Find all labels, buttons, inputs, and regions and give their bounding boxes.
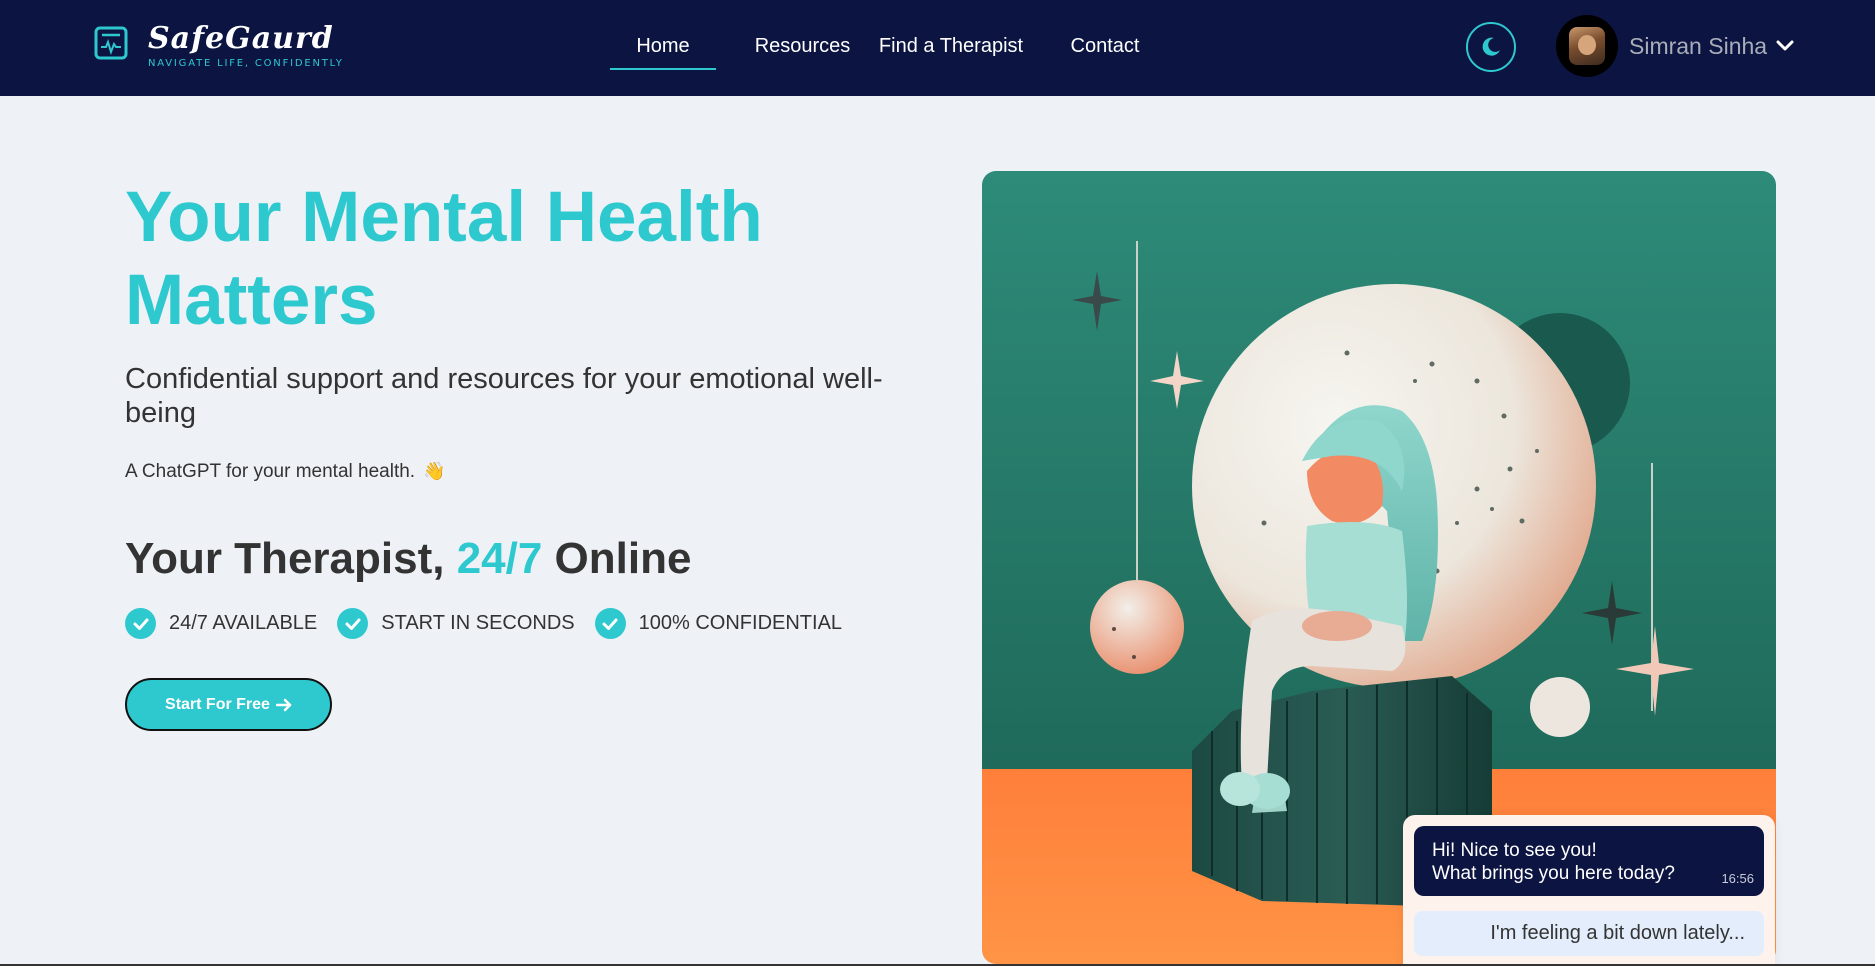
theme-toggle-button[interactable] <box>1466 22 1516 72</box>
therapist-heading-suffix: Online <box>542 534 692 583</box>
chat-widget: Hi! Nice to see you! What brings you her… <box>1403 815 1775 966</box>
feature-item: 24/7 AVAILABLE <box>125 608 317 639</box>
feature-label: 100% CONFIDENTIAL <box>638 612 843 634</box>
user-menu[interactable]: Simran Sinha <box>1556 14 1795 78</box>
hero-tagline-text: A ChatGPT for your mental health. <box>125 461 416 482</box>
check-circle-icon <box>125 608 156 639</box>
chat-bot-message: Hi! Nice to see you! What brings you her… <box>1414 826 1764 896</box>
brand-logo[interactable]: SafeGaurd NAVIGATE LIFE, CONFIDENTLY <box>94 22 344 69</box>
user-name: Simran Sinha <box>1629 32 1768 59</box>
moon-icon <box>1482 37 1500 56</box>
nav-resources[interactable]: Resources <box>734 0 871 96</box>
feature-list: 24/7 AVAILABLE START IN SECONDS 100% CON… <box>125 608 862 639</box>
hero-subtitle: Confidential support and resources for y… <box>125 363 883 429</box>
chevron-down-icon <box>1776 40 1794 51</box>
hero-tagline: A ChatGPT for your mental health. 👋 <box>125 461 446 483</box>
therapist-heading-prefix: Your Therapist, <box>125 534 457 583</box>
therapist-heading: Your Therapist, 24/7 Online <box>125 534 691 584</box>
start-for-free-button[interactable]: Start For Free <box>125 678 332 731</box>
chat-message-time: 16:56 <box>1721 871 1754 886</box>
waving-hand-icon: 👋 <box>423 461 446 481</box>
check-circle-icon <box>594 608 626 639</box>
chat-bot-line2: What brings you here today? <box>1432 863 1675 884</box>
chat-user-message: I'm feeling a bit down lately... <box>1414 911 1764 956</box>
nav-contact[interactable]: Contact <box>1063 0 1147 96</box>
avatar <box>1556 15 1618 77</box>
feature-label: START IN SECONDS <box>381 612 575 634</box>
feature-label: 24/7 AVAILABLE <box>169 612 318 634</box>
nav-find-therapist[interactable]: Find a Therapist <box>875 0 1027 96</box>
top-navbar: SafeGaurd NAVIGATE LIFE, CONFIDENTLY Hom… <box>0 0 1875 96</box>
main-nav: Home Resources Find a Therapist Contact <box>610 0 1147 96</box>
feature-item: START IN SECONDS <box>337 608 575 639</box>
chat-bot-line1: Hi! Nice to see you! <box>1432 840 1597 861</box>
heartbeat-monitor-icon <box>94 26 128 60</box>
brand-name: SafeGaurd <box>148 21 334 56</box>
nav-home[interactable]: Home <box>610 0 716 96</box>
brand-tagline: NAVIGATE LIFE, CONFIDENTLY <box>148 58 344 69</box>
cta-label: Start For Free <box>165 695 270 713</box>
hero-title: Your Mental Health Matters <box>125 178 763 340</box>
therapist-heading-highlight: 24/7 <box>456 534 543 583</box>
feature-item: 100% CONFIDENTIAL <box>594 608 843 639</box>
check-circle-icon <box>337 608 369 639</box>
arrow-right-icon <box>275 698 292 711</box>
